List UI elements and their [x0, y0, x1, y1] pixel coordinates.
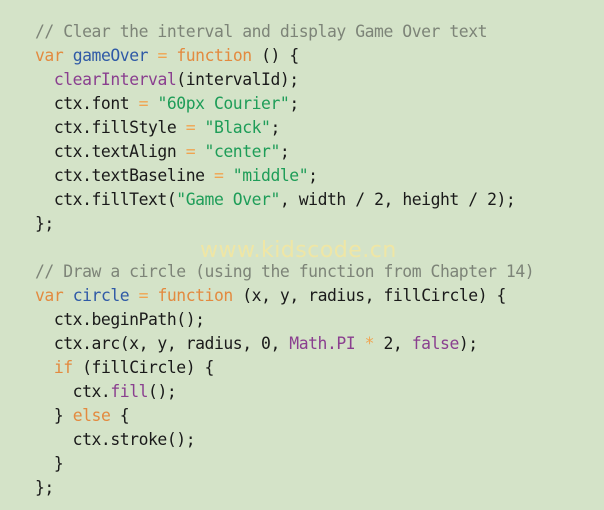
code-listing: // Clear the interval and display Game O…	[35, 20, 535, 500]
code-text: {	[110, 406, 130, 425]
code-text: );	[458, 334, 478, 353]
code-text: };	[35, 214, 54, 233]
code-text: ctx.beginPath();	[35, 310, 205, 329]
code-text: ;	[270, 118, 280, 137]
builtin-token: Math.PI	[289, 334, 356, 353]
code-text: }	[35, 406, 73, 425]
code-text: (x, y, radius, fillCircle) {	[232, 286, 506, 305]
code-text: ;	[279, 142, 290, 161]
code-line: ctx.fillText("Game Over", width / 2, hei…	[35, 188, 534, 212]
keyword-token: function	[176, 46, 252, 65]
code-text: ;	[289, 94, 299, 113]
code-text: ctx.fillText(	[35, 190, 177, 209]
code-text: () {	[251, 46, 299, 65]
code-text: ctx.	[35, 382, 111, 401]
code-line: };	[35, 476, 534, 500]
code-text: ctx.arc(x, y, radius, 0,	[35, 334, 290, 353]
code-line: }	[35, 452, 534, 476]
string-token: "center"	[204, 142, 281, 161]
code-line: ctx.beginPath();	[35, 308, 534, 332]
code-line: } else {	[35, 404, 534, 428]
operator-token: =	[185, 118, 196, 137]
keyword-token: var	[35, 286, 64, 305]
builtin-token: fill	[110, 382, 149, 401]
operator-token: *	[364, 334, 375, 353]
code-text: (intervalId);	[176, 70, 299, 89]
code-text: ctx.font	[35, 94, 139, 113]
string-token: "60px Courier"	[157, 94, 290, 113]
string-token: "Game Over"	[176, 190, 280, 209]
code-text: ctx.fillStyle	[35, 118, 186, 137]
code-text: ();	[148, 382, 177, 401]
code-text: ctx.textAlign	[35, 142, 186, 161]
code-line: ctx.textAlign = "center";	[35, 140, 534, 164]
code-line: };	[35, 212, 534, 236]
code-line: // Draw a circle (using the function fro…	[35, 260, 535, 284]
code-line: if (fillCircle) {	[35, 356, 534, 380]
operator-token: =	[138, 286, 149, 305]
code-text: , width / 2, height / 2);	[279, 190, 516, 209]
code-line: ctx.fill();	[35, 380, 534, 404]
identifier-token: circle	[72, 286, 130, 305]
code-line: var gameOver = function () {	[35, 44, 534, 68]
builtin-token: false	[411, 334, 460, 353]
code-text: (fillCircle) {	[72, 358, 214, 377]
keyword-token: else	[72, 406, 111, 425]
code-line: ctx.arc(x, y, radius, 0, Math.PI * 2, fa…	[35, 332, 534, 356]
code-text: ;	[308, 166, 318, 185]
code-text: ctx.stroke();	[35, 430, 196, 449]
code-text: };	[35, 478, 54, 497]
code-line: // Clear the interval and display Game O…	[35, 20, 534, 44]
code-line: ctx.stroke();	[35, 428, 534, 452]
string-token: "middle"	[232, 166, 309, 185]
code-text: 2,	[374, 334, 412, 353]
operator-token: =	[157, 46, 167, 65]
string-token: "Black"	[204, 118, 271, 137]
code-text: ctx.textBaseline	[35, 166, 214, 185]
operator-token: =	[138, 94, 149, 113]
code-line: ctx.textBaseline = "middle";	[35, 164, 534, 188]
operator-token: =	[213, 166, 224, 185]
code-line: ctx.font = "60px Courier";	[35, 92, 534, 116]
keyword-token: var	[35, 46, 64, 65]
identifier-token: gameOver	[72, 46, 149, 65]
code-line: var circle = function (x, y, radius, fil…	[35, 284, 534, 308]
code-text: }	[35, 454, 64, 473]
keyword-token: function	[157, 286, 233, 305]
code-line: ctx.fillStyle = "Black";	[35, 116, 534, 140]
code-line: clearInterval(intervalId);	[35, 68, 534, 92]
operator-token: =	[185, 142, 196, 161]
builtin-token: clearInterval	[53, 70, 177, 89]
comment-token: // Clear the interval and display Game O…	[35, 22, 488, 41]
keyword-token: if	[53, 358, 73, 377]
comment-token: // Draw a circle (using the function fro…	[35, 262, 535, 281]
